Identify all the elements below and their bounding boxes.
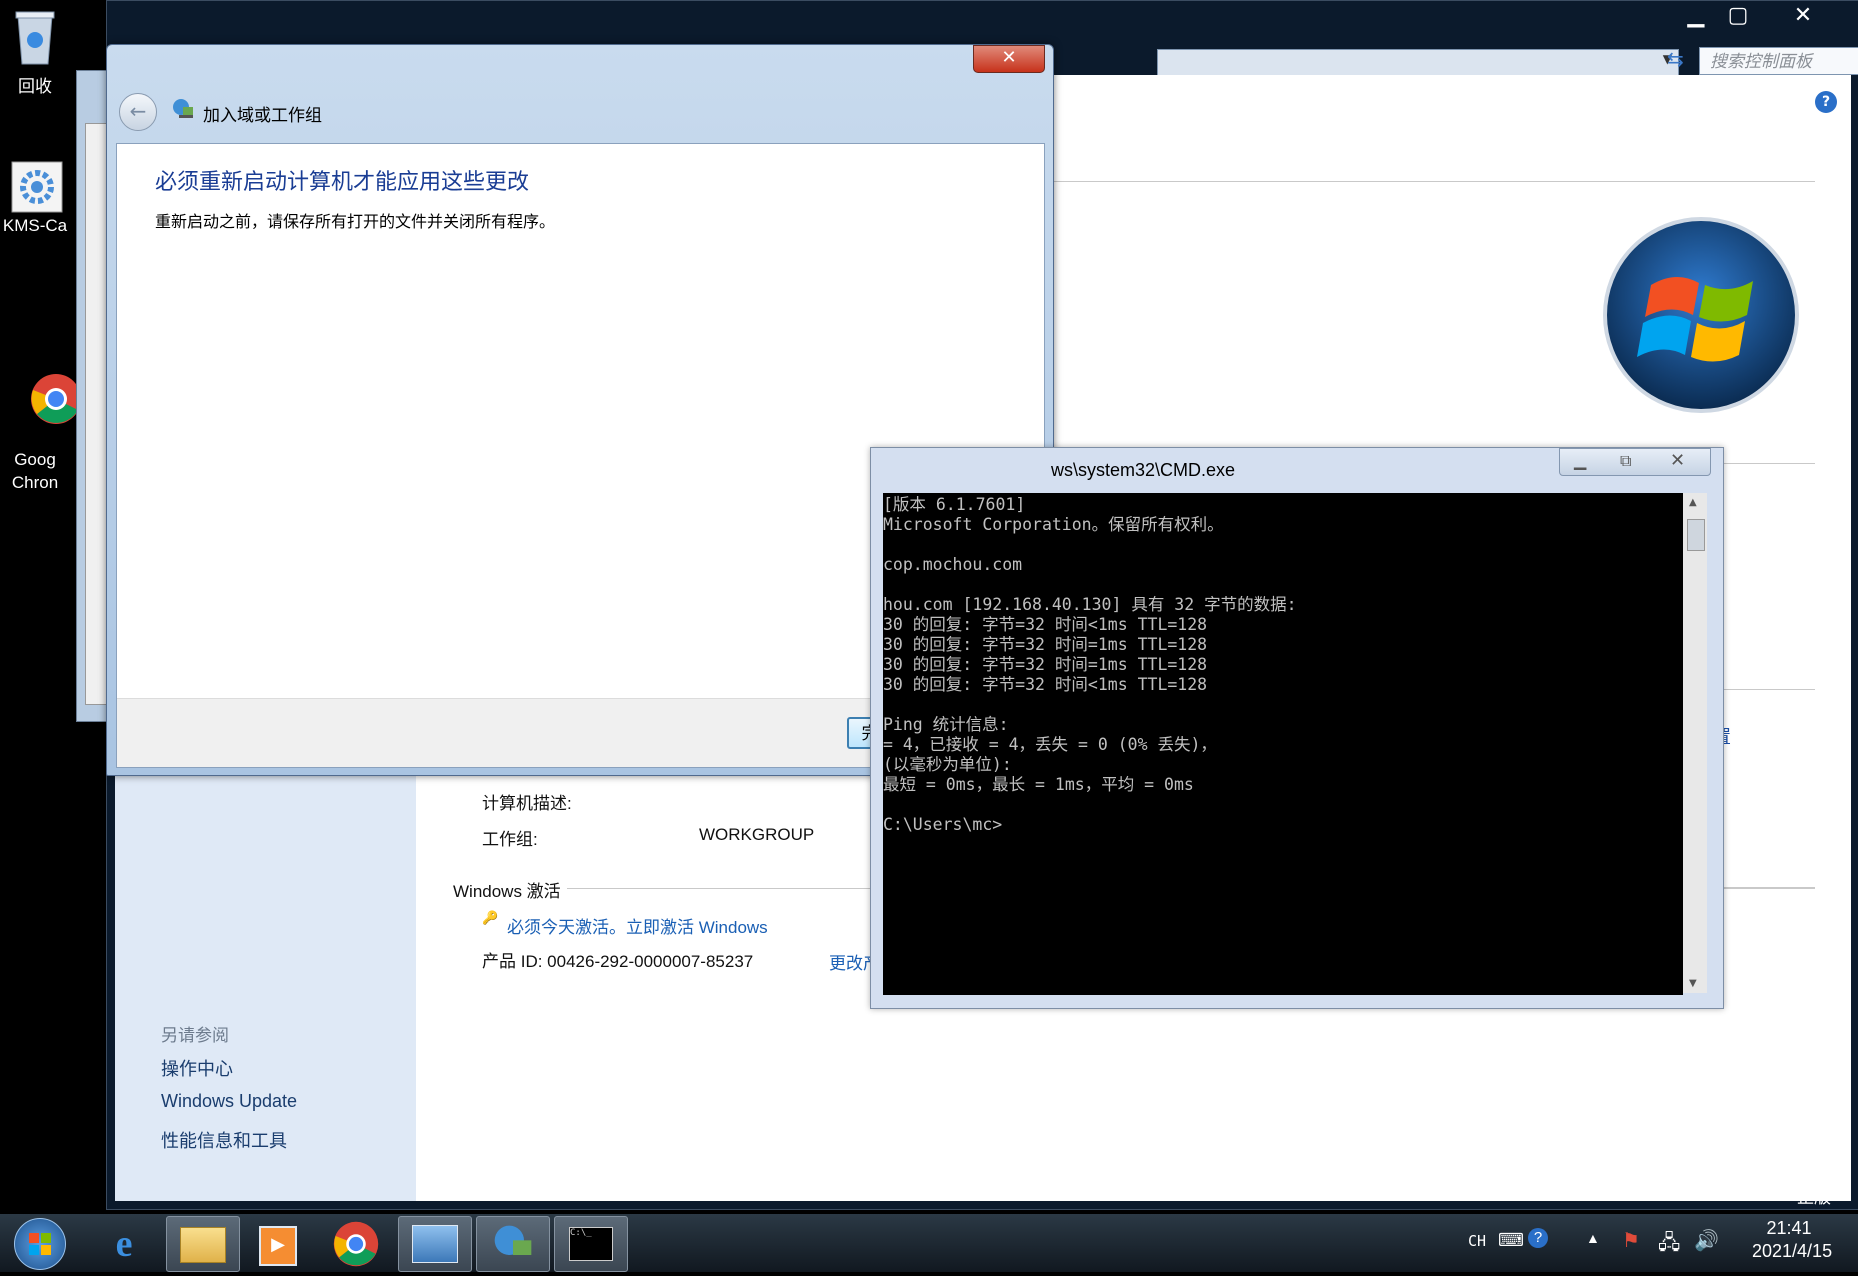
search-input[interactable]: 搜索控制面板 ⌕ — [1699, 47, 1858, 75]
taskbar-media-player[interactable]: ▶ — [242, 1216, 314, 1270]
cmd-line: = 4，已接收 = 4，丢失 = 0 (0% 丢失)， — [883, 735, 1217, 754]
cmd-title: ws\system32\CMD.exe — [1051, 460, 1236, 480]
see-also-action-center[interactable]: 操作中心 — [161, 1055, 233, 1081]
scroll-down-icon[interactable]: ▼ — [1689, 978, 1697, 989]
desktop-icon-label: KMS-Ca — [2, 216, 68, 235]
cmd-line — [883, 695, 1683, 715]
clock[interactable]: 21:41 2021/4/15 — [1752, 1218, 1833, 1262]
desktop-icon-label: Goog Chron — [11, 450, 59, 492]
taskbar-join-domain[interactable] — [476, 1216, 550, 1272]
scroll-up-icon[interactable]: ▲ — [1689, 497, 1697, 508]
chrome-icon — [333, 1221, 379, 1267]
cmd-line: 最短 = 0ms，最长 = 1ms，平均 = 0ms — [883, 775, 1194, 794]
keyboard-icon[interactable]: ⌨ — [1498, 1230, 1524, 1251]
cmd-line: 30 的回复: 字节=32 时间=1ms TTL=128 — [883, 655, 1208, 674]
close-button[interactable]: ✕ — [1761, 3, 1845, 31]
minimize-button[interactable]: ▁ — [1574, 451, 1586, 470]
cmd-scrollbar[interactable]: ▲ ▼ — [1683, 493, 1707, 993]
help-icon[interactable]: ? — [1815, 91, 1837, 113]
dialog-message: 重新启动之前，请保存所有打开的文件并关闭所有程序。 — [155, 214, 556, 231]
close-icon: ✕ — [1001, 47, 1017, 68]
taskbar-control-panel[interactable] — [398, 1216, 472, 1272]
taskbar-ie[interactable]: e — [88, 1216, 160, 1270]
network-computer-icon — [171, 97, 195, 121]
see-also-title: 另请参阅 — [161, 1026, 229, 1045]
key-icon: 🔑 — [482, 911, 499, 926]
maximize-button[interactable]: ▢ — [1719, 3, 1757, 31]
cmd-line: [版本 6.1.7601] — [883, 495, 1026, 514]
desktop-icon-kms[interactable]: KMS-Ca — [0, 160, 70, 236]
control-panel-icon — [412, 1225, 458, 1263]
cmd-line: 30 的回复: 字节=32 时间=1ms TTL=128 — [883, 635, 1208, 654]
show-hidden-icons-icon[interactable]: ▲ — [1586, 1230, 1600, 1246]
cmd-line: 30 的回复: 字节=32 时间<1ms TTL=128 — [883, 615, 1208, 634]
clock-date: 2021/4/15 — [1752, 1241, 1833, 1261]
volume-icon[interactable]: 🔊 — [1694, 1228, 1719, 1253]
windows-start-icon — [29, 1233, 51, 1255]
chrome-icon — [10, 352, 81, 424]
desktop-icon-label: 回收 — [18, 77, 52, 96]
workgroup-label: 工作组: — [482, 830, 538, 849]
see-also-windows-update[interactable]: Windows Update — [161, 1091, 297, 1112]
cmd-line: cop.mochou.com — [883, 555, 1023, 574]
activate-windows-link[interactable]: 必须今天激活。立即激活 Windows — [507, 913, 768, 938]
cmd-line: hou.com [192.168.40.130] 具有 32 字节的数据: — [883, 595, 1297, 614]
network-computer-icon — [494, 1225, 532, 1255]
clock-time: 21:41 — [1766, 1218, 1812, 1238]
cmd-line: Ping 统计信息: — [883, 715, 1009, 734]
refresh-icon[interactable]: ⇆ — [1667, 47, 1693, 75]
help-icon[interactable]: ? — [1528, 1228, 1548, 1248]
cmd-icon: C:\_ — [569, 1227, 613, 1261]
taskbar: e ▶ C:\_ CH ⌨ ? ▲ ⚑ 🖧 🔊 21:41 2021/4/15 — [0, 1214, 1858, 1272]
cmd-line: C:\Users\mc> — [883, 815, 1003, 834]
taskbar-explorer[interactable] — [166, 1216, 240, 1272]
desktop-icon-chrome[interactable]: Goog Chron — [0, 312, 81, 514]
gear-icon — [10, 160, 63, 213]
address-bar[interactable]: ▼ — [1157, 49, 1679, 77]
cmd-caption-buttons: ▁ ⧉ ✕ — [1559, 448, 1711, 476]
scrollbar-thumb[interactable] — [1687, 519, 1705, 551]
back-arrow-icon[interactable]: ← — [119, 93, 157, 131]
workgroup-value: WORKGROUP — [699, 825, 815, 844]
cmd-line: Microsoft Corporation。保留所有权利。 — [883, 515, 1224, 534]
activation-section-title: Windows 激活 — [453, 877, 567, 902]
product-id: 产品 ID: 00426-292-0000007-85237 — [482, 952, 754, 971]
see-also-performance[interactable]: 性能信息和工具 — [161, 1127, 287, 1153]
action-center-flag-icon[interactable]: ⚑ — [1622, 1228, 1640, 1253]
cmd-line: (以毫秒为单位): — [883, 755, 1012, 774]
network-icon[interactable]: 🖧 — [1658, 1228, 1680, 1262]
cmd-line: 30 的回复: 字节=32 时间<1ms TTL=128 — [883, 675, 1208, 694]
cmd-window: ws\system32\CMD.exe ▁ ⧉ ✕ [版本 6.1.7601] M… — [870, 447, 1724, 1009]
close-button[interactable]: ✕ — [1670, 450, 1685, 471]
cmd-lines: [版本 6.1.7601] Microsoft Corporation。保留所有权… — [883, 495, 1683, 835]
taskbar-chrome[interactable] — [320, 1216, 392, 1270]
language-indicator[interactable]: CH — [1468, 1232, 1486, 1250]
internet-explorer-icon: e — [115, 1223, 133, 1265]
recycle-bin-icon — [10, 6, 60, 65]
computer-description-label: 计算机描述: — [482, 794, 572, 813]
cmd-console-output[interactable]: [版本 6.1.7601] Microsoft Corporation。保留所有权… — [883, 493, 1683, 995]
desktop-icon-recycle-bin[interactable]: 回收 — [0, 6, 70, 97]
search-placeholder: 搜索控制面板 — [1710, 52, 1812, 72]
windows-logo-icon — [1601, 215, 1801, 419]
minimize-button[interactable]: ▁ — [1677, 3, 1715, 31]
folder-icon — [180, 1227, 226, 1263]
cmd-line — [883, 575, 1683, 595]
divider — [1045, 181, 1815, 182]
divider — [1715, 689, 1815, 690]
cmd-line — [883, 535, 1683, 555]
dialog-close-button[interactable]: ✕ — [973, 45, 1045, 73]
media-player-icon: ▶ — [259, 1226, 297, 1266]
start-button[interactable] — [14, 1218, 66, 1270]
genuine-text: 正版 — [1797, 1188, 1831, 1207]
cmd-line — [883, 795, 1683, 815]
restore-button[interactable]: ⧉ — [1620, 451, 1631, 471]
taskbar-cmd[interactable]: C:\_ — [554, 1216, 628, 1272]
dialog-title: 加入域或工作组 — [203, 106, 322, 125]
dialog-heading: 必须重新启动计算机才能应用这些更改 — [155, 169, 530, 194]
